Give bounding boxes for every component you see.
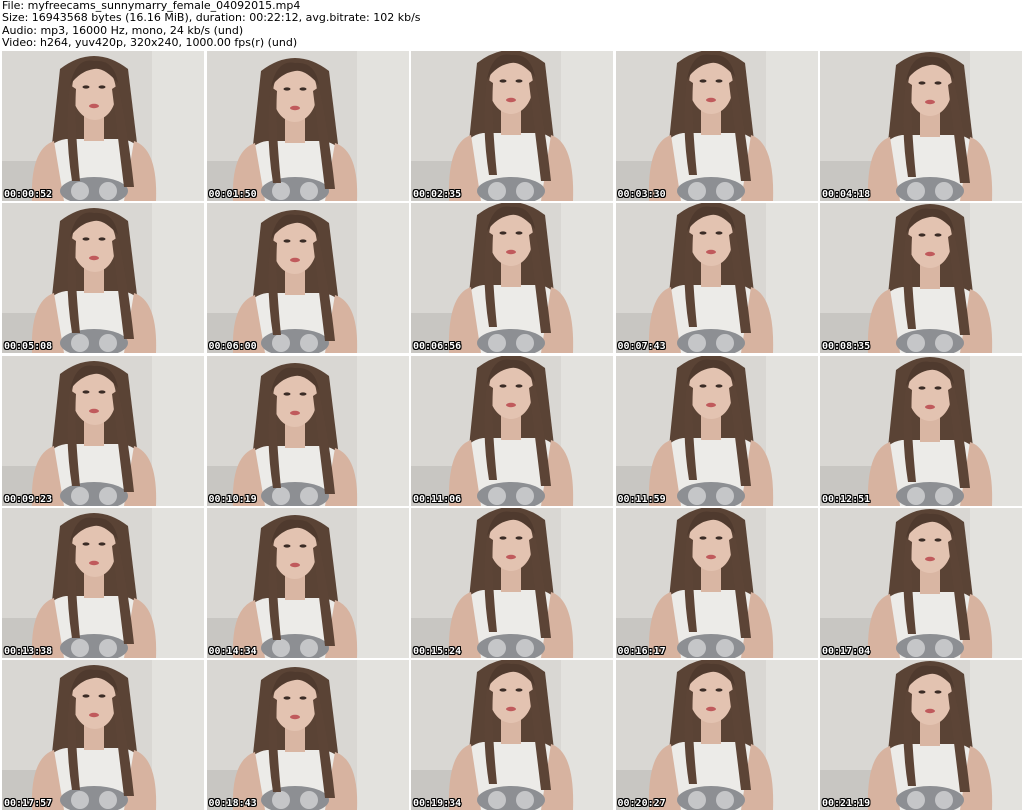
thumbnail-timestamp: 00:03:30 xyxy=(617,189,666,200)
video-thumbnail: 00:06:00 xyxy=(206,203,409,354)
video-thumbnail: 00:06:56 xyxy=(411,203,613,354)
thumbnail-frame-image xyxy=(2,355,204,506)
video-thumbnail: 00:12:51 xyxy=(820,355,1022,506)
thumbnail-timestamp: 00:02:35 xyxy=(413,189,462,200)
thumbnail-timestamp: 00:21:19 xyxy=(822,798,871,809)
video-thumbnail: 00:04:18 xyxy=(820,51,1022,201)
thumbnail-frame-image xyxy=(615,51,818,201)
thumbnail-timestamp: 00:11:06 xyxy=(413,493,462,505)
thumbnail-timestamp: 00:05:08 xyxy=(4,341,53,353)
video-thumbnail: 00:18:43 xyxy=(206,660,409,810)
thumbnail-frame-image xyxy=(411,51,613,201)
thumbnail-timestamp: 00:17:57 xyxy=(4,798,53,809)
thumbnail-timestamp: 00:17:04 xyxy=(822,645,871,657)
thumbnail-timestamp: 00:14:34 xyxy=(208,645,257,657)
thumbnail-frame-image xyxy=(615,355,818,506)
thumbnail-frame-image xyxy=(2,660,204,810)
thumbnail-frame-image xyxy=(206,507,409,658)
file-info-header: File: myfreecams_sunnymarry_female_04092… xyxy=(2,0,1022,50)
video-thumbnail: 00:11:06 xyxy=(411,355,613,506)
video-thumbnail: 00:19:34 xyxy=(411,660,613,810)
thumbnail-timestamp: 00:18:43 xyxy=(208,798,257,809)
video-info-line: Video: h264, yuv420p, 320x240, 1000.00 f… xyxy=(2,36,298,50)
thumbnail-timestamp: 00:16:17 xyxy=(617,645,666,657)
thumbnail-timestamp: 00:19:34 xyxy=(413,798,462,809)
video-thumbnail: 00:14:34 xyxy=(206,507,409,658)
thumbnail-timestamp: 00:20:27 xyxy=(617,798,666,809)
thumbnail-timestamp: 00:06:00 xyxy=(208,341,257,353)
thumbnail-grid: 00:00:52 00:01:50 00:02:35 00:03:30 00:04:18… xyxy=(2,51,1022,810)
thumbnail-timestamp: 00:09:23 xyxy=(4,493,53,505)
video-thumbnail: 00:10:19 xyxy=(206,355,409,506)
video-thumbnail: 00:21:19 xyxy=(820,660,1022,810)
thumbnail-timestamp: 00:12:51 xyxy=(822,493,871,505)
thumbnail-frame-image xyxy=(206,51,409,201)
thumbnail-timestamp: 00:06:56 xyxy=(413,341,462,353)
thumbnail-frame-image xyxy=(820,51,1022,201)
thumbnail-timestamp: 00:08:35 xyxy=(822,341,871,353)
video-thumbnail: 00:00:52 xyxy=(2,51,204,201)
video-thumbnail: 00:02:35 xyxy=(411,51,613,201)
thumbnail-timestamp: 00:13:38 xyxy=(4,645,53,657)
video-thumbnail: 00:11:59 xyxy=(615,355,818,506)
thumbnail-timestamp: 00:07:43 xyxy=(617,341,666,353)
thumbnail-timestamp: 00:15:24 xyxy=(413,645,462,657)
thumbnail-frame-image xyxy=(411,203,613,354)
thumbnail-frame-image xyxy=(615,507,818,658)
thumbnail-frame-image xyxy=(411,355,613,506)
video-thumbnail: 00:17:04 xyxy=(820,507,1022,658)
video-thumbnail: 00:03:30 xyxy=(615,51,818,201)
thumbnail-frame-image xyxy=(206,355,409,506)
thumbnail-timestamp: 00:04:18 xyxy=(822,189,871,200)
thumbnail-frame-image xyxy=(2,507,204,658)
video-thumbnail: 00:09:23 xyxy=(2,355,204,506)
video-thumbnail: 00:08:35 xyxy=(820,203,1022,354)
thumbnail-timestamp: 00:10:19 xyxy=(208,493,257,505)
video-thumbnail: 00:07:43 xyxy=(615,203,818,354)
thumbnail-frame-image xyxy=(820,355,1022,506)
thumbnail-frame-image xyxy=(615,660,818,810)
thumbnail-frame-image xyxy=(206,660,409,810)
thumbnail-frame-image xyxy=(411,507,613,658)
thumbnail-frame-image xyxy=(2,51,204,201)
thumbnail-timestamp: 00:01:50 xyxy=(208,189,257,200)
video-thumbnail: 00:20:27 xyxy=(615,660,818,810)
thumbnail-frame-image xyxy=(820,507,1022,658)
video-thumbnail: 00:05:08 xyxy=(2,203,204,354)
thumbnail-timestamp: 00:00:52 xyxy=(4,189,53,200)
thumbnail-frame-image xyxy=(820,660,1022,810)
video-thumbnail: 00:16:17 xyxy=(615,507,818,658)
file-size-line: Size: 16943568 bytes (16.16 MiB), durati… xyxy=(2,11,421,25)
thumbnail-frame-image xyxy=(411,660,613,810)
video-thumbnail: 00:17:57 xyxy=(2,660,204,810)
thumbnail-timestamp: 00:11:59 xyxy=(617,493,666,505)
video-thumbnail: 00:15:24 xyxy=(411,507,613,658)
video-thumbnail: 00:13:38 xyxy=(2,507,204,658)
video-thumbnail: 00:01:50 xyxy=(206,51,409,201)
thumbnail-frame-image xyxy=(615,203,818,354)
thumbnail-frame-image xyxy=(206,203,409,354)
thumbnail-frame-image xyxy=(820,203,1022,354)
thumbnail-frame-image xyxy=(2,203,204,354)
